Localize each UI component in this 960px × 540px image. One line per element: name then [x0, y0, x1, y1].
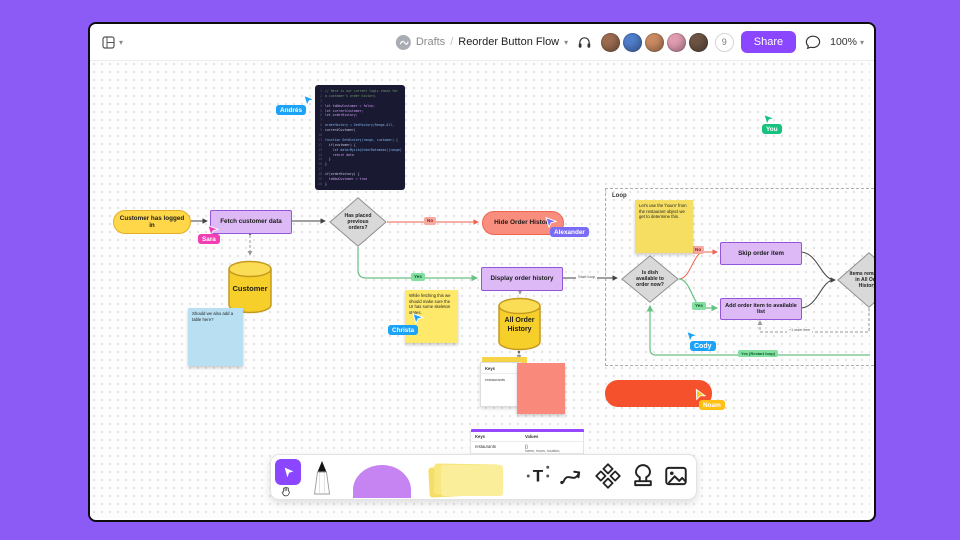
file-thumbnail-icon [395, 34, 411, 50]
select-tool-button[interactable] [275, 459, 301, 485]
card-row: restaurants [485, 377, 506, 382]
shapes-tool-button[interactable] [593, 462, 623, 492]
marker-pen-icon [313, 461, 331, 495]
node-fetch-customer-data[interactable]: Fetch customer data [210, 210, 292, 234]
collaborator-avatar[interactable] [622, 32, 642, 52]
cursor-label: You [762, 124, 782, 134]
code-snippet-block[interactable]: 1// Here is our current logic check for 2… [315, 85, 405, 190]
cursor-label: Cody [690, 341, 716, 351]
cursor-label: Andrés [276, 105, 307, 115]
edge-label-yes: Yes [411, 273, 425, 281]
toolbar-dock: T [270, 454, 697, 500]
table-header-row: Keys Values [471, 432, 583, 442]
edge-label-plus-one: +1 order item [787, 328, 813, 334]
select-cursor-icon [284, 467, 293, 477]
node-add-order-item[interactable]: Add order item to available list [720, 298, 802, 320]
table-row: restaurants {} name, hours, location, [471, 442, 583, 454]
zoom-level: 100% [830, 36, 857, 48]
database-all-order-history[interactable]: All Order History [497, 297, 542, 351]
collaborator-avatar[interactable] [688, 32, 708, 52]
text-tool-icon: T [526, 465, 550, 485]
edge-label-no: No [424, 217, 437, 225]
media-tool-button[interactable] [661, 462, 691, 492]
topbar: ▾ Drafts / Reorder Button Flow ▾ 9 Share [90, 24, 874, 61]
chevron-down-icon: ▾ [119, 37, 124, 47]
code-line: 20} [318, 181, 327, 186]
figjam-board-icon [102, 35, 115, 49]
sticky-note-hours[interactable]: Let's use the 'hours' from the restauran… [635, 200, 693, 253]
svg-text:T: T [533, 466, 544, 485]
cursor-arrow-icon [303, 94, 315, 106]
node-skip-order-item[interactable]: Skip order item [720, 242, 802, 265]
headphones-icon [578, 37, 591, 48]
cursor-label: Sara [198, 234, 220, 244]
database-customer[interactable]: Customer [227, 260, 273, 314]
edge-label-restart-loop: Yes (Restart loop) [738, 350, 779, 358]
edge-label-yes: Yes [692, 302, 706, 310]
main-menu[interactable]: ▾ [102, 24, 123, 60]
overflow-collaborators-badge[interactable]: 9 [714, 32, 734, 52]
edge-label-start-loop: Start loop [576, 274, 598, 280]
connector-dot [517, 350, 521, 354]
sticky-note-blue[interactable]: Should we also add a table here? [188, 308, 243, 366]
breadcrumb: Drafts / Reorder Button Flow ▾ [395, 24, 568, 60]
marker-tool-button[interactable] [309, 460, 335, 499]
comments-button[interactable] [803, 32, 823, 52]
collaborator-avatars [600, 32, 708, 52]
stamp-icon [634, 463, 652, 486]
desktop-background: ▾ Drafts / Reorder Button Flow ▾ 9 Share [0, 0, 960, 540]
hand-icon [281, 486, 290, 497]
edge-label-no: No [692, 246, 705, 254]
collaborator-avatar[interactable] [666, 32, 686, 52]
image-icon [665, 466, 687, 485]
cursor-label: Christa [388, 325, 419, 335]
chat-bubble-icon [805, 35, 821, 50]
hand-tool-button[interactable] [280, 485, 292, 500]
collaborator-avatar[interactable] [644, 32, 664, 52]
sticky-stack-front [441, 465, 503, 496]
audio-headphones-button[interactable] [575, 33, 594, 51]
decision-dish-available[interactable]: Is dish available to order now? [621, 255, 679, 303]
table-cell-key: restaurants [475, 444, 496, 449]
figjam-window: ▾ Drafts / Reorder Button Flow ▾ 9 Share [88, 22, 876, 522]
text-tool-button[interactable]: T [523, 462, 553, 492]
breadcrumb-separator: / [450, 36, 454, 48]
table-header-values: Values [525, 434, 539, 439]
cursor-label: Alexander [550, 227, 589, 237]
node-start[interactable]: Customer has logged in [113, 210, 191, 234]
loop-section-label: Loop [612, 193, 627, 199]
stamp-tool-button[interactable] [628, 462, 658, 492]
connector-tool-button[interactable] [556, 462, 586, 492]
sticky-note-salmon[interactable] [517, 363, 565, 414]
share-button[interactable]: Share [740, 31, 797, 53]
cursor-label: Noam [699, 400, 725, 410]
decision-items-remaining[interactable]: Items remaining in All Order History? [837, 252, 874, 308]
file-menu-chevron-icon[interactable]: ▾ [564, 38, 568, 47]
sticky-note-tool-button[interactable] [428, 463, 505, 498]
table-accent-bar [470, 428, 584, 432]
zoom-chevron-icon: ▾ [859, 37, 864, 47]
table-cell-value: {} name, hours, location, [525, 444, 561, 453]
shape-marker-tool-button[interactable] [353, 465, 411, 498]
file-title[interactable]: Reorder Button Flow [458, 36, 559, 48]
zoom-control[interactable]: 100% ▾ [830, 36, 864, 48]
breadcrumb-folder[interactable]: Drafts [416, 36, 445, 48]
card-header: Keys [481, 363, 521, 374]
cursor-arrow-icon [412, 312, 424, 324]
collaborator-avatar[interactable] [600, 32, 620, 52]
keys-card[interactable]: Keys restaurants [480, 362, 522, 407]
whiteboard-canvas[interactable]: Loop 1// Here is our current logic check… [90, 60, 874, 518]
table-header-keys: Keys [475, 434, 486, 439]
connector-arrow-icon [560, 470, 581, 484]
topbar-actions: 9 Share 100% ▾ [575, 24, 864, 60]
node-display-order-history[interactable]: Display order history [481, 267, 563, 291]
decision-has-placed-orders[interactable]: Has placed previous orders? [329, 197, 387, 247]
shapes-diamonds-icon [595, 462, 621, 489]
